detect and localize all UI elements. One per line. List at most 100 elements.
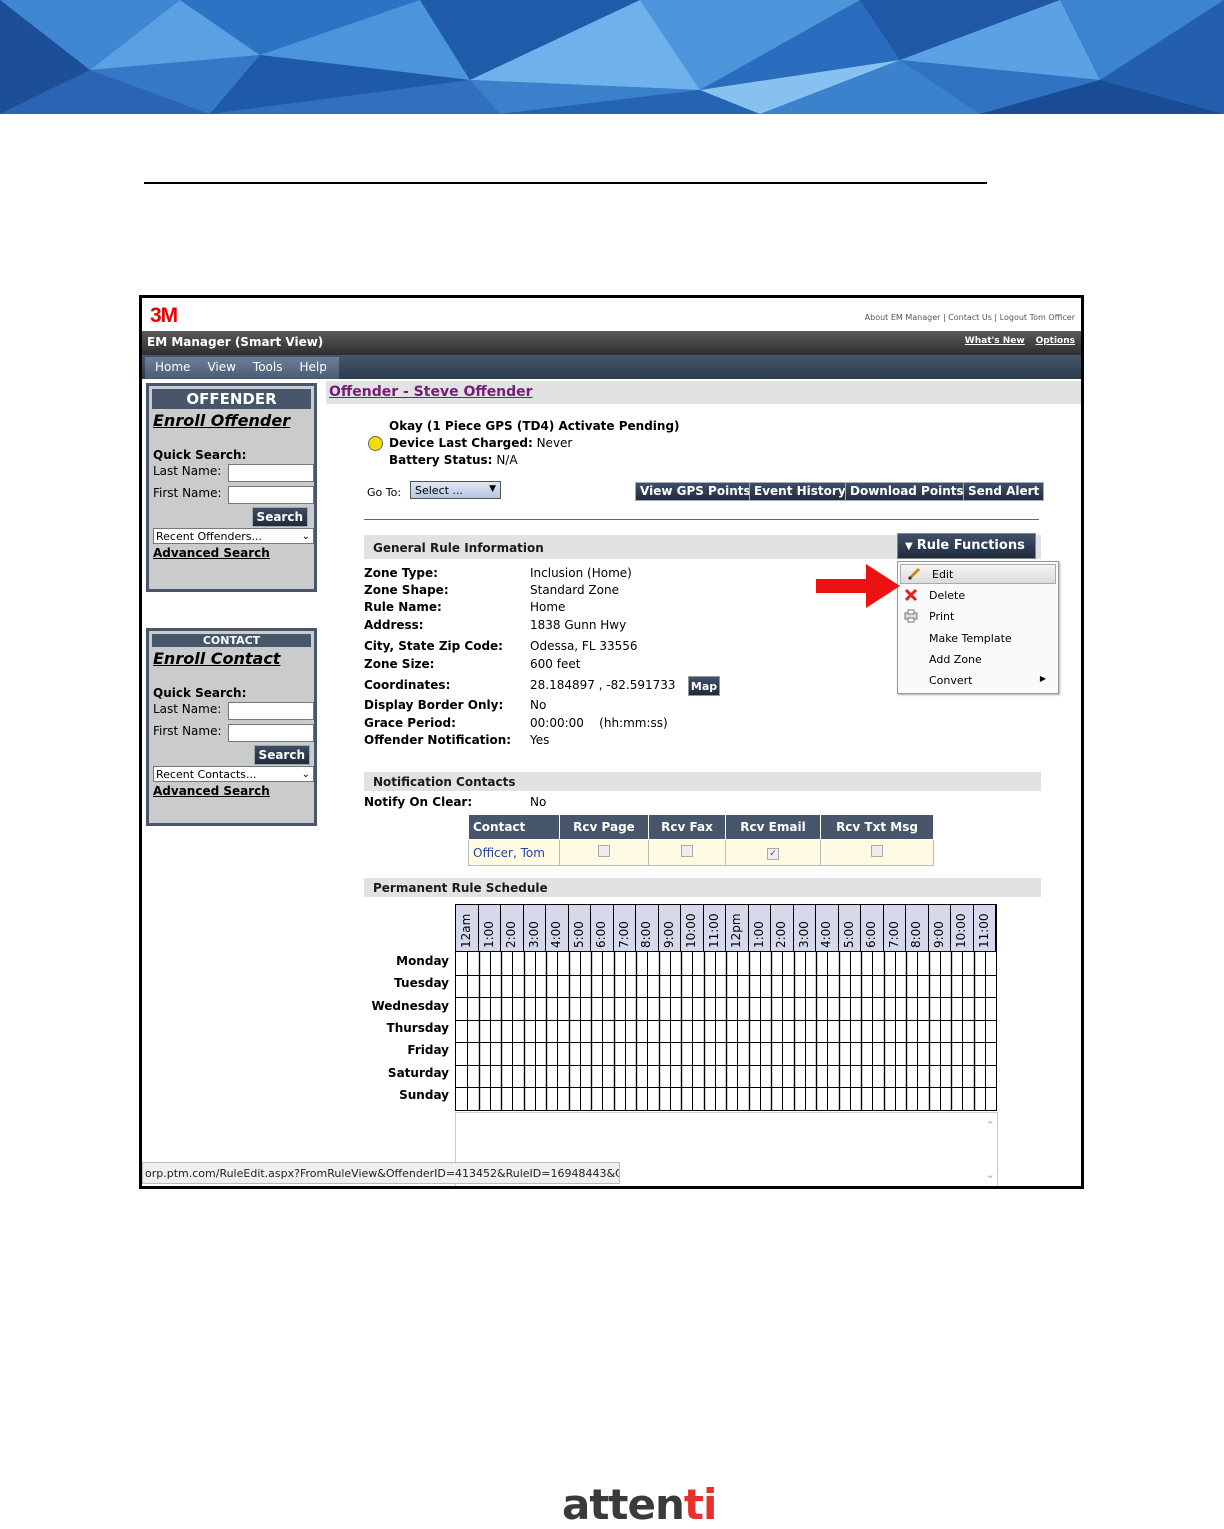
hour-label: 7:00 [886, 921, 901, 948]
quick-search-label: Quick Search: [153, 448, 247, 462]
offender-last-name-input[interactable] [228, 464, 314, 482]
rule-functions-menu: Edit Delete Print Make Template Add Zone… [897, 561, 1059, 694]
menu-tools[interactable]: Tools [243, 357, 290, 374]
hour-header: 2:00 [771, 905, 794, 951]
hour-label: 2:00 [774, 921, 788, 948]
options-link[interactable]: Options [1036, 336, 1075, 346]
notify-on-clear-label: Notify On Clear: [364, 795, 473, 809]
menu-home[interactable]: Home [145, 357, 197, 374]
whats-new-link[interactable]: What's New [965, 336, 1025, 346]
hour-label: 9:00 [661, 921, 676, 948]
map-button[interactable]: Map [688, 676, 720, 696]
page-banner [0, 0, 1224, 114]
hour-label: 3:00 [526, 921, 541, 948]
event-history-button[interactable]: Event History [749, 482, 851, 501]
recent-contacts-select[interactable]: Recent Contacts... ⌄ [153, 766, 314, 782]
charged-label: Device Last Charged: [389, 436, 533, 450]
menu-bar: Home View Tools Help [142, 355, 1081, 379]
3m-logo: 3M [150, 304, 178, 327]
contact-panel-header: CONTACT [152, 634, 311, 647]
rcv-page-checkbox[interactable] [598, 845, 610, 857]
hour-label: 5:00 [571, 921, 586, 948]
offender-search-button[interactable]: Search [251, 507, 308, 527]
printer-icon [904, 609, 918, 627]
hour-header: 9:00 [658, 905, 681, 951]
hour-label: 7:00 [616, 921, 631, 948]
day-label: Thursday [386, 1020, 449, 1035]
first-name-label: First Name: [153, 724, 222, 738]
hour-header: 8:00 [906, 905, 929, 951]
hour-label: 1:00 [481, 921, 496, 948]
chevron-down-icon: ⌄ [301, 531, 310, 542]
hour-label: 2:00 [504, 921, 518, 948]
contact-first-name-input[interactable] [228, 724, 314, 742]
caret-down-icon: ▼ [905, 541, 913, 552]
red-arrow-icon [816, 564, 900, 608]
rule-value: Odessa, FL 33556 [530, 639, 638, 653]
menu-item-delete[interactable]: Delete [898, 586, 1056, 606]
contact-search-button[interactable]: Search [253, 745, 310, 765]
view-gps-points-button[interactable]: View GPS Points [635, 482, 756, 501]
hour-header: 3:00 [793, 905, 816, 951]
status-line: Okay (1 Piece GPS (TD4) Activate Pending… [389, 419, 680, 433]
send-alert-button[interactable]: Send Alert [963, 482, 1045, 501]
top-links[interactable]: About EM Manager | Contact Us | Logout T… [865, 313, 1075, 322]
hour-label: 8:00 [909, 921, 923, 948]
schedule-cells[interactable] [455, 951, 997, 1111]
rule-value: 28.184897 , -82.591733 [530, 678, 676, 692]
menu-item-make-template[interactable]: Make Template [898, 629, 1056, 649]
scroll-down-icon[interactable]: ⌄ [986, 1168, 995, 1181]
rule-label: Rule Name: [364, 600, 442, 614]
contact-name-link[interactable]: Officer, Tom [468, 839, 560, 866]
menu-item-edit[interactable]: Edit [900, 564, 1056, 584]
hour-label: 10:00 [954, 913, 968, 948]
rule-functions-button[interactable]: ▼ Rule Functions [897, 533, 1036, 559]
rule-value: Standard Zone [530, 583, 619, 597]
hour-label: 11:00 [706, 913, 721, 948]
rule-value: Yes [530, 733, 550, 747]
first-name-label: First Name: [153, 486, 222, 500]
contact-last-name-input[interactable] [228, 702, 314, 720]
enroll-offender-link[interactable]: Enroll Offender [153, 411, 314, 430]
offender-advanced-search-link[interactable]: Advanced Search [153, 546, 314, 560]
hour-header: 6:00 [861, 905, 884, 951]
hour-label: 12am [459, 913, 473, 948]
day-label: Saturday [387, 1065, 449, 1080]
rule-value: 00:00:00 (hh:mm:ss) [530, 716, 668, 730]
menu-item-convert[interactable]: Convert ▶ [898, 671, 1056, 691]
app-title: EM Manager (Smart View) [147, 335, 324, 349]
hour-header: 1:00 [748, 905, 771, 951]
submenu-arrow-icon: ▶ [1039, 674, 1046, 683]
rcv-fax-checkbox[interactable] [681, 845, 693, 857]
hour-header: 6:00 [591, 905, 614, 951]
caret-down-icon: ▼ [489, 484, 496, 494]
hour-label: 9:00 [931, 921, 946, 948]
notification-contacts-table: Contact Rcv Page Rcv Fax Rcv Email Rcv T… [468, 814, 934, 866]
menu-item-print[interactable]: Print [898, 607, 1056, 627]
rule-value: 1838 Gunn Hwy [530, 618, 627, 632]
menu-item-add-zone[interactable]: Add Zone [898, 650, 1056, 670]
rule-label: City, State Zip Code: [364, 639, 503, 653]
menu-view[interactable]: View [197, 357, 242, 374]
rule-value: Home [530, 600, 566, 614]
offender-name-link[interactable]: Offender - Steve Offender [329, 384, 533, 400]
hour-label: 1:00 [751, 921, 766, 948]
hour-label: 4:00 [819, 921, 833, 948]
download-points-button[interactable]: Download Points [845, 482, 969, 501]
rule-label: Grace Period: [364, 716, 456, 730]
menu-help[interactable]: Help [289, 357, 333, 374]
rcv-txt-checkbox[interactable] [871, 845, 883, 857]
hour-header: 5:00 [568, 905, 591, 951]
goto-select[interactable]: Select ... ▼ [410, 481, 501, 499]
scroll-up-icon[interactable]: ⌃ [986, 1119, 995, 1132]
recent-offenders-select[interactable]: Recent Offenders... ⌄ [153, 528, 314, 544]
hour-header: 7:00 [613, 905, 636, 951]
offender-first-name-input[interactable] [228, 486, 314, 504]
rule-label: Zone Shape: [364, 583, 449, 597]
contact-advanced-search-link[interactable]: Advanced Search [153, 784, 314, 798]
hour-header: 4:00 [546, 905, 569, 951]
pencil-icon [907, 567, 921, 585]
rcv-email-checkbox[interactable]: ✓ [767, 848, 779, 860]
enroll-contact-link[interactable]: Enroll Contact [153, 649, 314, 668]
hour-label: 4:00 [549, 921, 563, 948]
